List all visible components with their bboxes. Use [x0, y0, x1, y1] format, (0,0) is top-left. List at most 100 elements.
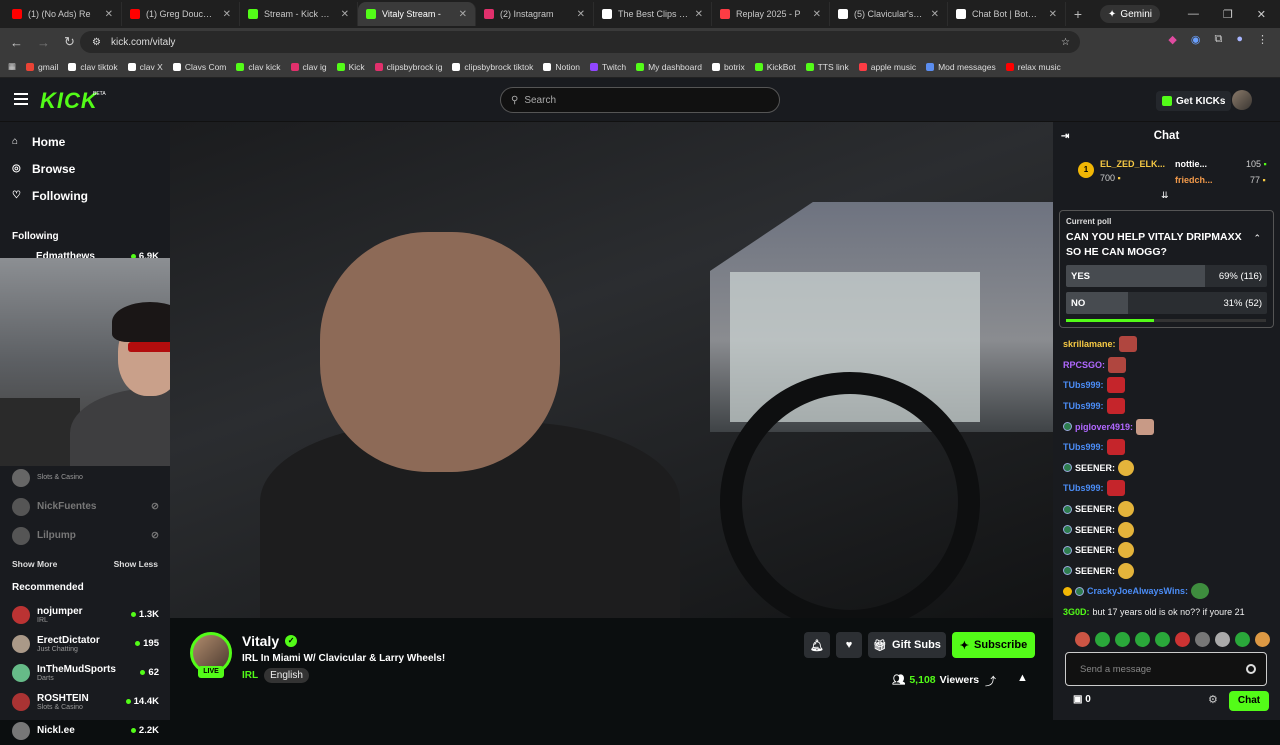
- emote-icon[interactable]: [1235, 632, 1250, 647]
- close-tab-icon[interactable]: ✕: [341, 9, 349, 20]
- share-icon[interactable]: ⤴: [985, 673, 996, 689]
- close-window-icon[interactable]: ✕: [1257, 8, 1266, 21]
- chat-username[interactable]: 3G0D:: [1063, 607, 1090, 617]
- bookmark-item[interactable]: botrix: [711, 62, 745, 72]
- bookmark-item[interactable]: Twitch: [589, 62, 626, 72]
- maximize-icon[interactable]: ❐: [1223, 8, 1233, 21]
- bookmark-item[interactable]: KickBot: [754, 62, 796, 72]
- browser-tab[interactable]: (5) Clavicular's Clan ✕: [830, 2, 948, 26]
- leader-username[interactable]: EL_ZED_ELK...: [1100, 159, 1165, 169]
- emote-icon[interactable]: [1255, 632, 1270, 647]
- chat-username[interactable]: TUbs999:: [1063, 483, 1104, 493]
- back-icon[interactable]: ←: [10, 35, 23, 50]
- gemini-button[interactable]: ✦ Gemini: [1099, 5, 1160, 23]
- bookmark-item[interactable]: relax music: [1005, 62, 1061, 72]
- show-more-link[interactable]: Show More: [12, 559, 57, 569]
- reload-icon[interactable]: ↻: [64, 34, 75, 50]
- chat-username[interactable]: TUbs999:: [1063, 380, 1104, 390]
- close-tab-icon[interactable]: ✕: [459, 9, 467, 20]
- site-info-icon[interactable]: ⚙: [92, 37, 101, 48]
- sidebar-channel[interactable]: InTheMudSports Darts 62: [0, 658, 170, 687]
- emote-icon[interactable]: [1155, 632, 1170, 647]
- bookmark-item[interactable]: Clavs Com: [172, 62, 226, 72]
- sidebar-item-home[interactable]: ⌂ Home: [0, 128, 170, 155]
- sidebar-channel[interactable]: Slots & Casino: [0, 463, 170, 492]
- user-avatar[interactable]: [1232, 90, 1252, 110]
- kick-logo[interactable]: KICK: [40, 88, 98, 114]
- chat-username[interactable]: CrackyJoeAlwaysWins:: [1087, 586, 1188, 596]
- close-tab-icon[interactable]: ✕: [223, 9, 231, 20]
- bookmark-item[interactable]: clav X: [127, 62, 163, 72]
- video-player[interactable]: [170, 122, 1053, 632]
- channel-name[interactable]: Vitaly: [242, 633, 279, 649]
- close-tab-icon[interactable]: ✕: [1049, 9, 1057, 20]
- bookmark-item[interactable]: apple music: [858, 62, 916, 72]
- collapse-poll-icon[interactable]: ⌃: [1253, 233, 1261, 244]
- browser-tab[interactable]: (1) Greg Doucette ✕: [122, 2, 240, 26]
- emote-icon[interactable]: [1075, 632, 1090, 647]
- close-tab-icon[interactable]: ✕: [931, 9, 939, 20]
- browser-tab[interactable]: Stream - Kick Dash ✕: [240, 2, 358, 26]
- bookmark-item[interactable]: gmail: [26, 62, 58, 72]
- get-kicks-button[interactable]: Get KICKs: [1156, 91, 1232, 111]
- chat-username[interactable]: piglover4919:: [1075, 422, 1133, 432]
- bookmark-item[interactable]: clav kick: [236, 62, 281, 72]
- chat-username[interactable]: TUbs999:: [1063, 442, 1104, 452]
- sidebar-channel[interactable]: Lilpump ⊘: [0, 521, 170, 550]
- chat-username[interactable]: skrillamane:: [1063, 339, 1116, 349]
- leader-username[interactable]: nottie...: [1175, 159, 1207, 169]
- poll-option[interactable]: NO 31% (52): [1066, 292, 1267, 314]
- show-less-link[interactable]: Show Less: [114, 559, 158, 569]
- sidebar-item-browse[interactable]: ◎ Browse: [0, 155, 170, 182]
- chat-username[interactable]: RPCSGO:: [1063, 360, 1105, 370]
- follow-heart-button[interactable]: ♥: [836, 632, 862, 658]
- extensions-puzzle-icon[interactable]: ⧉: [1214, 33, 1222, 46]
- minimize-icon[interactable]: —: [1188, 8, 1199, 20]
- profile-icon[interactable]: ●: [1236, 33, 1243, 46]
- report-icon[interactable]: ▲: [1017, 672, 1028, 684]
- sidebar-channel[interactable]: nojumper IRL 1.3K: [0, 600, 170, 629]
- notification-bell-button[interactable]: 🔔︎: [804, 632, 830, 658]
- sidebar-channel[interactable]: ROSHTEIN Slots & Casino 14.4K: [0, 687, 170, 716]
- browser-tab[interactable]: Chat Bot | BotRix - ✕: [948, 2, 1066, 26]
- expand-leaderboard-icon[interactable]: ⇊: [1161, 190, 1169, 201]
- browser-tab[interactable]: (2) Instagram ✕: [476, 2, 594, 26]
- sidebar-channel[interactable]: Nickl.ee 2.2K: [0, 716, 170, 745]
- chat-username[interactable]: SEENER:: [1075, 504, 1115, 514]
- bookmark-item[interactable]: Notion: [543, 62, 580, 72]
- bookmark-star-icon[interactable]: ☆: [1061, 37, 1070, 48]
- url-field[interactable]: ⚙ kick.com/vitaly ☆: [80, 31, 1080, 53]
- chat-username[interactable]: SEENER:: [1075, 525, 1115, 535]
- bookmark-item[interactable]: Mod messages: [926, 62, 996, 72]
- send-chat-button[interactable]: Chat: [1229, 691, 1269, 711]
- close-tab-icon[interactable]: ✕: [695, 9, 703, 20]
- bookmark-item[interactable]: Kick: [336, 62, 365, 72]
- browser-menu-icon[interactable]: ⋮: [1257, 33, 1268, 46]
- extension-icon[interactable]: ◆: [1168, 33, 1176, 46]
- category-link[interactable]: IRL: [242, 670, 258, 681]
- poll-option[interactable]: YES 69% (116): [1066, 265, 1267, 287]
- extension-icon[interactable]: ◉: [1191, 33, 1201, 46]
- close-tab-icon[interactable]: ✕: [813, 9, 821, 20]
- bookmark-item[interactable]: clipsbybrock ig: [374, 62, 442, 72]
- kicks-wallet[interactable]: ▣ 0: [1073, 694, 1091, 705]
- emote-icon[interactable]: [1175, 632, 1190, 647]
- chat-username[interactable]: SEENER:: [1075, 463, 1115, 473]
- chat-settings-icon[interactable]: ⚙: [1208, 693, 1218, 706]
- apps-grid-icon[interactable]: ▦: [8, 61, 16, 72]
- emoji-picker-icon[interactable]: [1246, 664, 1256, 674]
- browser-tab[interactable]: Replay 2025 - P ✕: [712, 2, 830, 26]
- chat-input[interactable]: Send a message: [1065, 652, 1267, 686]
- emote-icon[interactable]: [1115, 632, 1130, 647]
- chat-username[interactable]: TUbs999:: [1063, 401, 1104, 411]
- bookmark-item[interactable]: clav ig: [290, 62, 327, 72]
- chat-username[interactable]: SEENER:: [1075, 566, 1115, 576]
- emote-icon[interactable]: [1215, 632, 1230, 647]
- leader-username[interactable]: friedch...: [1175, 175, 1213, 185]
- gift-subs-button[interactable]: 🎁︎ Gift Subs: [868, 632, 946, 658]
- browser-tab[interactable]: The Best Clips on T ✕: [594, 2, 712, 26]
- bookmark-item[interactable]: clav tiktok: [68, 62, 118, 72]
- new-tab-button[interactable]: +: [1066, 6, 1090, 22]
- browser-tab[interactable]: (1) (No Ads) Re ✕: [4, 2, 122, 26]
- close-tab-icon[interactable]: ✕: [105, 9, 113, 20]
